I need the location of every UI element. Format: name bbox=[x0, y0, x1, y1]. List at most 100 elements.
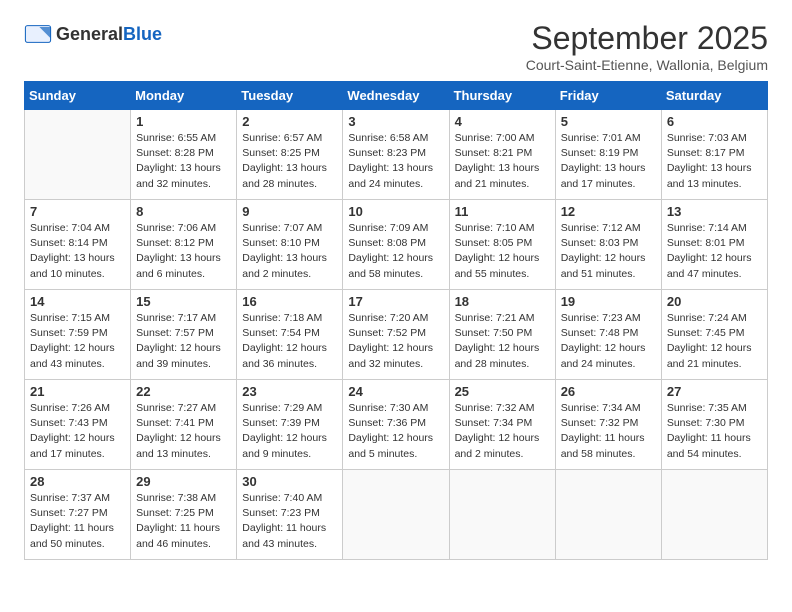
calendar-cell: 25 Sunrise: 7:32 AM Sunset: 7:34 PM Dayli… bbox=[449, 380, 555, 470]
day-number: 23 bbox=[242, 384, 337, 399]
day-number: 20 bbox=[667, 294, 762, 309]
day-number: 4 bbox=[455, 114, 550, 129]
calendar-cell: 23 Sunrise: 7:29 AM Sunset: 7:39 PM Dayli… bbox=[237, 380, 343, 470]
week-row-1: 1Sunrise: 6:55 AM Sunset: 8:28 PM Daylig… bbox=[25, 110, 768, 200]
day-number: 1 bbox=[136, 114, 231, 129]
location-subtitle: Court-Saint-Etienne, Wallonia, Belgium bbox=[526, 57, 768, 73]
week-row-5: 28 Sunrise: 7:37 AM Sunset: 7:27 PM Dayli… bbox=[25, 470, 768, 560]
day-number: 21 bbox=[30, 384, 125, 399]
day-number: 2 bbox=[242, 114, 337, 129]
day-number: 8 bbox=[136, 204, 231, 219]
day-number: 6 bbox=[667, 114, 762, 129]
calendar-cell: 17 Sunrise: 7:20 AM Sunset: 7:52 PM Dayli… bbox=[343, 290, 449, 380]
day-info: Sunrise: 7:14 AM Sunset: 8:01 PM Dayligh… bbox=[667, 221, 762, 282]
logo-icon bbox=[24, 20, 52, 48]
calendar-cell: 1Sunrise: 6:55 AM Sunset: 8:28 PM Daylig… bbox=[131, 110, 237, 200]
calendar-cell: 18Sunrise: 7:21 AM Sunset: 7:50 PM Dayli… bbox=[449, 290, 555, 380]
calendar-cell: 11 Sunrise: 7:10 AM Sunset: 8:05 PM Dayli… bbox=[449, 200, 555, 290]
day-info: Sunrise: 7:09 AM Sunset: 8:08 PM Dayligh… bbox=[348, 221, 443, 282]
calendar-cell: 6 Sunrise: 7:03 AM Sunset: 8:17 PM Daylig… bbox=[661, 110, 767, 200]
day-number: 12 bbox=[561, 204, 656, 219]
day-info: Sunrise: 7:03 AM Sunset: 8:17 PM Dayligh… bbox=[667, 131, 762, 192]
logo-blue-text: Blue bbox=[123, 24, 162, 45]
day-number: 3 bbox=[348, 114, 443, 129]
calendar-cell: 15 Sunrise: 7:17 AM Sunset: 7:57 PM Dayli… bbox=[131, 290, 237, 380]
day-number: 7 bbox=[30, 204, 125, 219]
weekday-header-row: SundayMondayTuesdayWednesdayThursdayFrid… bbox=[25, 82, 768, 110]
day-info: Sunrise: 7:26 AM Sunset: 7:43 PM Dayligh… bbox=[30, 401, 125, 462]
day-info: Sunrise: 7:30 AM Sunset: 7:36 PM Dayligh… bbox=[348, 401, 443, 462]
day-number: 13 bbox=[667, 204, 762, 219]
calendar-cell: 14Sunrise: 7:15 AM Sunset: 7:59 PM Dayli… bbox=[25, 290, 131, 380]
day-number: 18 bbox=[455, 294, 550, 309]
calendar-cell: 7 Sunrise: 7:04 AM Sunset: 8:14 PM Daylig… bbox=[25, 200, 131, 290]
calendar-cell: 8 Sunrise: 7:06 AM Sunset: 8:12 PM Daylig… bbox=[131, 200, 237, 290]
calendar-cell: 30 Sunrise: 7:40 AM Sunset: 7:23 PM Dayli… bbox=[237, 470, 343, 560]
day-number: 24 bbox=[348, 384, 443, 399]
week-row-2: 7 Sunrise: 7:04 AM Sunset: 8:14 PM Daylig… bbox=[25, 200, 768, 290]
calendar-cell: 12Sunrise: 7:12 AM Sunset: 8:03 PM Dayli… bbox=[555, 200, 661, 290]
day-info: Sunrise: 7:32 AM Sunset: 7:34 PM Dayligh… bbox=[455, 401, 550, 462]
day-info: Sunrise: 7:40 AM Sunset: 7:23 PM Dayligh… bbox=[242, 491, 337, 552]
day-number: 10 bbox=[348, 204, 443, 219]
day-number: 5 bbox=[561, 114, 656, 129]
day-number: 28 bbox=[30, 474, 125, 489]
day-info: Sunrise: 7:20 AM Sunset: 7:52 PM Dayligh… bbox=[348, 311, 443, 372]
calendar-cell: 4 Sunrise: 7:00 AM Sunset: 8:21 PM Daylig… bbox=[449, 110, 555, 200]
calendar-cell: 24 Sunrise: 7:30 AM Sunset: 7:36 PM Dayli… bbox=[343, 380, 449, 470]
day-info: Sunrise: 7:38 AM Sunset: 7:25 PM Dayligh… bbox=[136, 491, 231, 552]
day-info: Sunrise: 7:04 AM Sunset: 8:14 PM Dayligh… bbox=[30, 221, 125, 282]
calendar-cell: 3 Sunrise: 6:58 AM Sunset: 8:23 PM Daylig… bbox=[343, 110, 449, 200]
day-number: 11 bbox=[455, 204, 550, 219]
day-number: 30 bbox=[242, 474, 337, 489]
calendar-cell: 20 Sunrise: 7:24 AM Sunset: 7:45 PM Dayli… bbox=[661, 290, 767, 380]
weekday-header-thursday: Thursday bbox=[449, 82, 555, 110]
day-number: 15 bbox=[136, 294, 231, 309]
calendar-cell: 9Sunrise: 7:07 AM Sunset: 8:10 PM Daylig… bbox=[237, 200, 343, 290]
day-info: Sunrise: 6:57 AM Sunset: 8:25 PM Dayligh… bbox=[242, 131, 337, 192]
day-number: 26 bbox=[561, 384, 656, 399]
week-row-4: 21 Sunrise: 7:26 AM Sunset: 7:43 PM Dayli… bbox=[25, 380, 768, 470]
weekday-header-monday: Monday bbox=[131, 82, 237, 110]
calendar-cell: 13 Sunrise: 7:14 AM Sunset: 8:01 PM Dayli… bbox=[661, 200, 767, 290]
day-info: Sunrise: 7:24 AM Sunset: 7:45 PM Dayligh… bbox=[667, 311, 762, 372]
day-info: Sunrise: 7:18 AM Sunset: 7:54 PM Dayligh… bbox=[242, 311, 337, 372]
day-info: Sunrise: 7:35 AM Sunset: 7:30 PM Dayligh… bbox=[667, 401, 762, 462]
day-number: 25 bbox=[455, 384, 550, 399]
day-info: Sunrise: 7:06 AM Sunset: 8:12 PM Dayligh… bbox=[136, 221, 231, 282]
day-info: Sunrise: 7:10 AM Sunset: 8:05 PM Dayligh… bbox=[455, 221, 550, 282]
day-number: 19 bbox=[561, 294, 656, 309]
day-info: Sunrise: 6:58 AM Sunset: 8:23 PM Dayligh… bbox=[348, 131, 443, 192]
calendar-cell: 10 Sunrise: 7:09 AM Sunset: 8:08 PM Dayli… bbox=[343, 200, 449, 290]
calendar-cell: 19Sunrise: 7:23 AM Sunset: 7:48 PM Dayli… bbox=[555, 290, 661, 380]
calendar-cell: 27 Sunrise: 7:35 AM Sunset: 7:30 PM Dayli… bbox=[661, 380, 767, 470]
title-block: September 2025 Court-Saint-Etienne, Wall… bbox=[526, 20, 768, 73]
day-info: Sunrise: 7:17 AM Sunset: 7:57 PM Dayligh… bbox=[136, 311, 231, 372]
calendar-cell bbox=[661, 470, 767, 560]
calendar-cell: 26 Sunrise: 7:34 AM Sunset: 7:32 PM Dayli… bbox=[555, 380, 661, 470]
calendar-cell: 16 Sunrise: 7:18 AM Sunset: 7:54 PM Dayli… bbox=[237, 290, 343, 380]
calendar-cell: 21 Sunrise: 7:26 AM Sunset: 7:43 PM Dayli… bbox=[25, 380, 131, 470]
day-info: Sunrise: 7:37 AM Sunset: 7:27 PM Dayligh… bbox=[30, 491, 125, 552]
calendar-cell: 5 Sunrise: 7:01 AM Sunset: 8:19 PM Daylig… bbox=[555, 110, 661, 200]
day-info: Sunrise: 7:00 AM Sunset: 8:21 PM Dayligh… bbox=[455, 131, 550, 192]
day-info: Sunrise: 7:34 AM Sunset: 7:32 PM Dayligh… bbox=[561, 401, 656, 462]
weekday-header-friday: Friday bbox=[555, 82, 661, 110]
calendar-cell bbox=[555, 470, 661, 560]
day-number: 16 bbox=[242, 294, 337, 309]
day-number: 17 bbox=[348, 294, 443, 309]
calendar-cell bbox=[343, 470, 449, 560]
weekday-header-wednesday: Wednesday bbox=[343, 82, 449, 110]
day-info: Sunrise: 7:27 AM Sunset: 7:41 PM Dayligh… bbox=[136, 401, 231, 462]
day-info: Sunrise: 7:29 AM Sunset: 7:39 PM Dayligh… bbox=[242, 401, 337, 462]
calendar: SundayMondayTuesdayWednesdayThursdayFrid… bbox=[24, 81, 768, 560]
calendar-cell: 2 Sunrise: 6:57 AM Sunset: 8:25 PM Daylig… bbox=[237, 110, 343, 200]
logo-general-text: General bbox=[56, 24, 123, 45]
logo: General Blue bbox=[24, 20, 162, 48]
calendar-cell bbox=[449, 470, 555, 560]
day-info: Sunrise: 7:01 AM Sunset: 8:19 PM Dayligh… bbox=[561, 131, 656, 192]
calendar-cell: 28 Sunrise: 7:37 AM Sunset: 7:27 PM Dayli… bbox=[25, 470, 131, 560]
calendar-cell bbox=[25, 110, 131, 200]
day-info: Sunrise: 7:07 AM Sunset: 8:10 PM Dayligh… bbox=[242, 221, 337, 282]
day-number: 27 bbox=[667, 384, 762, 399]
